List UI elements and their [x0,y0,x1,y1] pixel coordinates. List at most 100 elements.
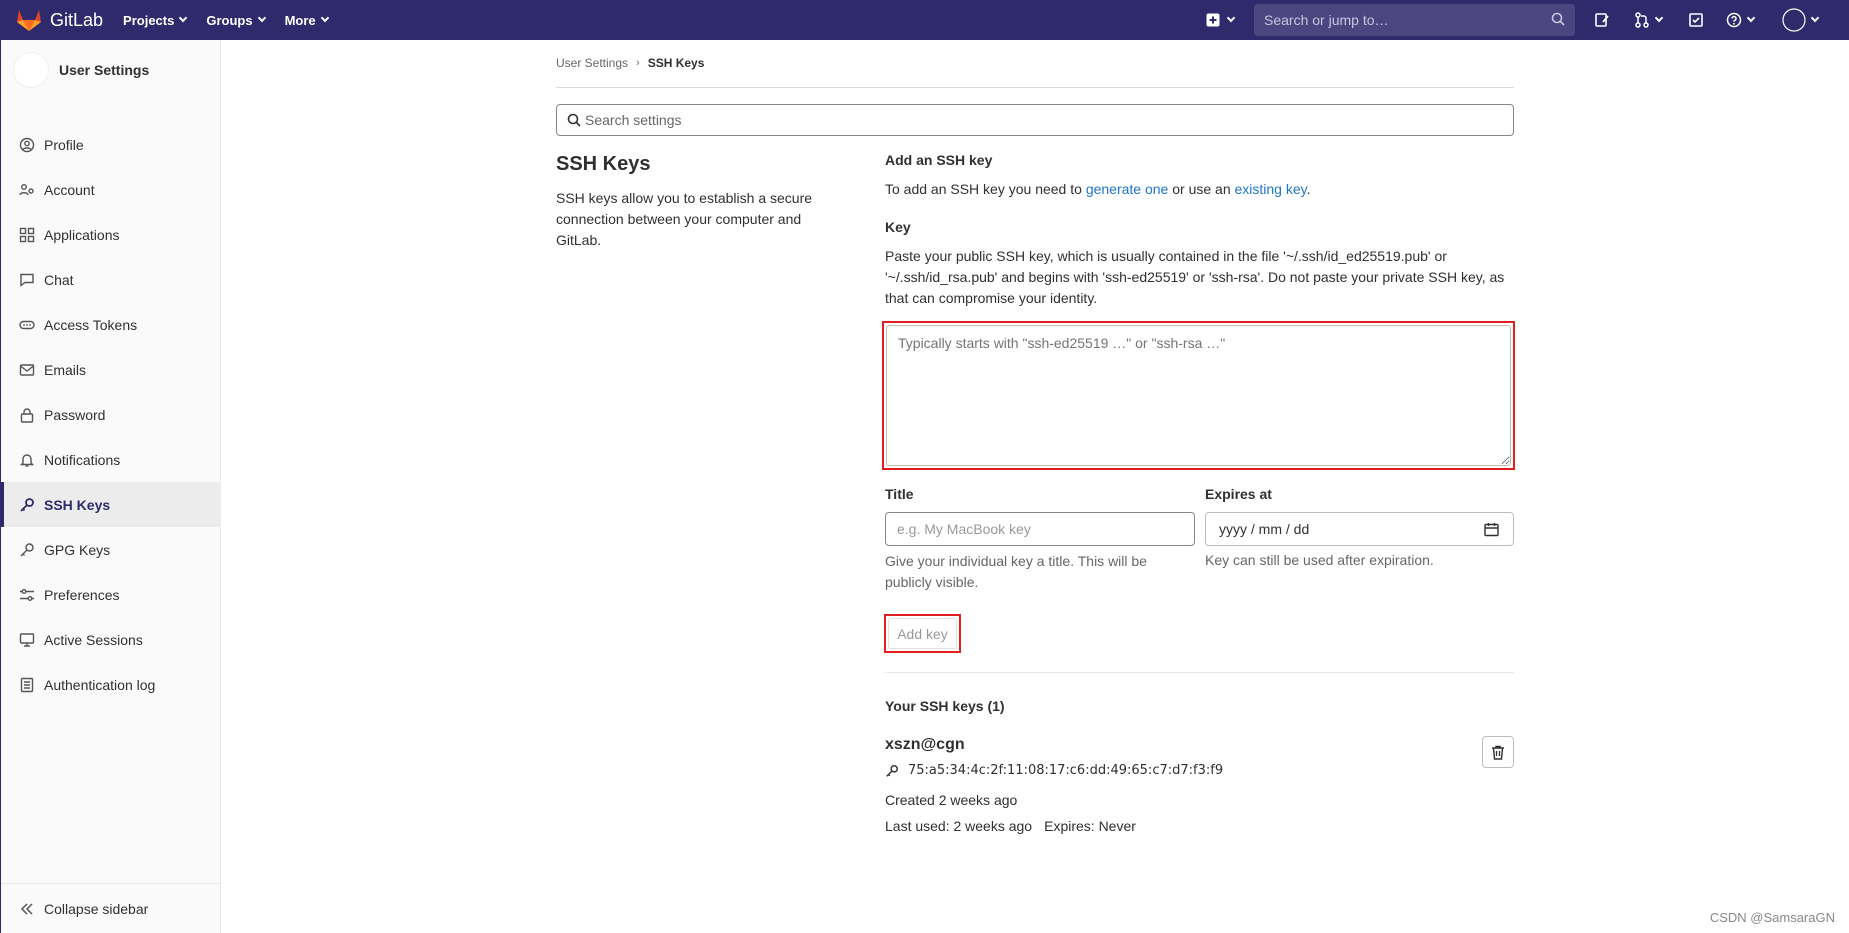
sidebar-item-notifications[interactable]: Notifications [1,437,221,482]
nav-groups[interactable]: Groups [206,12,266,28]
sidebar-item-label: Notifications [44,451,121,468]
fingerprint-value: 75:a5:34:4c:2f:11:08:17:c6:dd:49:65:c7:d… [908,763,1224,778]
top-navbar: GitLab Projects Groups More Search or ju… [0,0,1849,40]
sidebar-item-label: Preferences [44,586,120,603]
sidebar-item-label: Emails [44,361,87,378]
add-key-description: To add an SSH key you need to generate o… [885,181,1311,197]
search-icon [567,113,581,127]
divider [556,87,1514,88]
ssh-key-title-link[interactable]: xszn@cgn [885,736,965,754]
edit-icon [1595,13,1609,27]
log-icon [20,677,34,692]
edit-button[interactable] [1590,0,1614,40]
section-description: SSH keys allow you to establish a secure… [556,190,813,248]
expires-help-text: Key can still be used after expiration. [1205,552,1434,568]
sidebar-item-emails[interactable]: Emails [1,347,221,392]
ssh-key-usage: Last used: 2 weeks ago Expires: Never [885,818,1136,834]
trash-icon [1492,745,1504,760]
sidebar-item-label: Authentication log [44,676,156,693]
sidebar-item-chat[interactable]: Chat [1,257,221,302]
todos-button[interactable] [1684,0,1708,40]
ssh-key-last-used: Last used: 2 weeks ago [885,818,1033,834]
chevron-down-icon [257,13,266,23]
title-help-text: Give your individual key a title. This w… [885,553,1147,590]
sidebar-item-label: Account [44,181,95,198]
nav-projects-label: Projects [123,12,175,28]
nav-more[interactable]: More [284,12,329,28]
sidebar-item-label: Chat [44,271,74,288]
plus-square-icon [1206,13,1220,27]
key-label: Key [885,219,911,235]
preferences-icon [20,588,34,601]
add-key-desc-middle: or use an [1168,181,1235,197]
existing-key-link[interactable]: existing key [1235,181,1307,197]
help-dropdown[interactable] [1722,0,1758,40]
settings-sidebar: User Settings Profile Account Applicatio… [0,40,221,933]
sidebar-item-applications[interactable]: Applications [1,212,221,257]
merge-request-icon [1635,12,1649,28]
sidebar-item-label: Applications [44,226,120,243]
title-input[interactable]: e.g. My MacBook key [885,512,1195,546]
settings-search-placeholder: Search settings [585,112,682,128]
token-icon [19,320,35,329]
delete-key-button[interactable] [1482,736,1514,768]
ssh-key-fingerprint: 75:a5:34:4c:2f:11:08:17:c6:dd:49:65:c7:d… [885,763,1223,778]
sidebar-item-label: Active Sessions [44,631,143,648]
nav-groups-label: Groups [206,12,253,28]
breadcrumb: User Settings › SSH Keys [556,56,704,70]
add-key-desc-prefix: To add an SSH key you need to [885,181,1086,197]
chat-icon [20,273,34,287]
merge-requests-dropdown[interactable] [1630,0,1666,40]
sidebar-item-label: Access Tokens [44,316,138,333]
page-title: SSH Keys [556,153,651,175]
sidebar-item-password[interactable]: Password [1,392,221,437]
sidebar-item-access-tokens[interactable]: Access Tokens [1,302,221,347]
calendar-icon[interactable] [1484,522,1499,537]
chevron-down-icon [1226,13,1236,23]
divider [885,672,1514,673]
sidebar-item-preferences[interactable]: Preferences [1,572,221,617]
global-search-placeholder: Search or jump to… [1264,12,1389,28]
title-label: Title [885,486,914,502]
generate-one-link[interactable]: generate one [1086,181,1169,197]
sidebar-item-gpg-keys[interactable]: GPG Keys [1,527,221,572]
sidebar-item-profile[interactable]: Profile [1,122,221,167]
breadcrumb-current[interactable]: SSH Keys [648,56,705,70]
sidebar-item-label: Password [44,406,106,423]
add-key-button[interactable]: Add key [888,618,957,649]
settings-search-input[interactable]: Search settings [556,104,1514,136]
add-key-desc-suffix: . [1306,181,1311,197]
global-search-input[interactable]: Search or jump to… [1254,4,1575,36]
sidebar-item-account[interactable]: Account [1,167,221,212]
chevron-double-left-icon [20,902,33,915]
key-icon [20,497,34,512]
account-icon [19,183,34,195]
breadcrumb-parent[interactable]: User Settings [556,56,628,70]
key-icon [20,542,34,556]
nav-projects[interactable]: Projects [123,12,188,28]
gitlab-logo[interactable]: GitLab [16,0,103,40]
mail-icon [19,363,35,376]
avatar-icon [1782,8,1806,32]
applications-icon [19,227,35,242]
search-icon [1551,12,1565,26]
expires-placeholder: yyyy / mm / dd [1219,521,1310,537]
sidebar-item-authentication-log[interactable]: Authentication log [1,662,221,707]
new-dropdown[interactable] [1200,0,1240,40]
expires-date-input[interactable]: yyyy / mm / dd [1205,512,1514,546]
watermark: CSDN @SamsaraGN [1709,910,1835,925]
key-textarea[interactable] [886,325,1511,466]
user-menu-dropdown[interactable] [1778,0,1822,40]
sidebar-item-label: Profile [44,136,84,153]
sidebar-item-label: SSH Keys [44,496,111,513]
your-ssh-keys-heading: Your SSH keys (1) [885,698,1005,714]
brand-name: GitLab [50,9,104,30]
sidebar-header[interactable]: User Settings [1,40,220,100]
collapse-sidebar-button[interactable]: Collapse sidebar [1,883,221,933]
sidebar-item-active-sessions[interactable]: Active Sessions [1,617,221,662]
chevron-down-icon [1810,13,1820,23]
sidebar-item-ssh-keys[interactable]: SSH Keys [1,482,221,527]
key-icon [886,764,898,777]
monitor-icon [19,632,35,647]
nav-more-label: More [284,12,316,28]
